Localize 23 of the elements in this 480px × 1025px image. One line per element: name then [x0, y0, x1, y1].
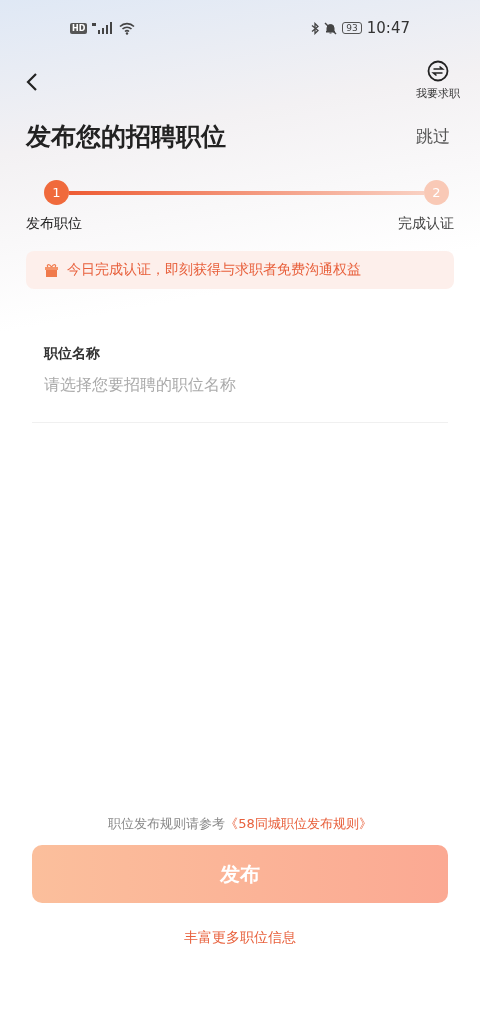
bluetooth-icon [311, 21, 320, 35]
wifi-icon [119, 21, 136, 35]
skip-link[interactable]: 跳过 [416, 124, 450, 148]
step-label: 完成认证 [398, 215, 454, 233]
step-label: 发布职位 [26, 215, 82, 233]
switch-role-button[interactable]: 我要求职 [416, 60, 460, 101]
battery-indicator: 93 [342, 22, 362, 34]
back-icon [26, 72, 38, 92]
swap-icon [427, 60, 449, 82]
more-info-link[interactable]: 丰富更多职位信息 [184, 929, 296, 947]
rules-note: 职位发布规则请参考《58同城职位发布规则》 [107, 815, 373, 833]
hd-indicator: HD [70, 22, 88, 34]
promo-banner: 今日完成认证，即刻获得与求职者免费沟通权益 [26, 251, 454, 289]
field-label: 职位名称 [44, 345, 101, 363]
rules-link[interactable]: 《58同城职位发布规则》 [225, 816, 372, 831]
signal-icon [92, 22, 115, 34]
step-circle: 2 [424, 180, 449, 205]
job-title-field[interactable]: 请选择您要招聘的职位名称 [44, 375, 436, 394]
muted-bell-icon [324, 21, 338, 35]
page-title: 发布您的招聘职位 [26, 120, 226, 153]
step-circle: 1 [44, 180, 69, 205]
clock-time: 10:47 [366, 19, 410, 37]
gift-icon [44, 262, 59, 278]
